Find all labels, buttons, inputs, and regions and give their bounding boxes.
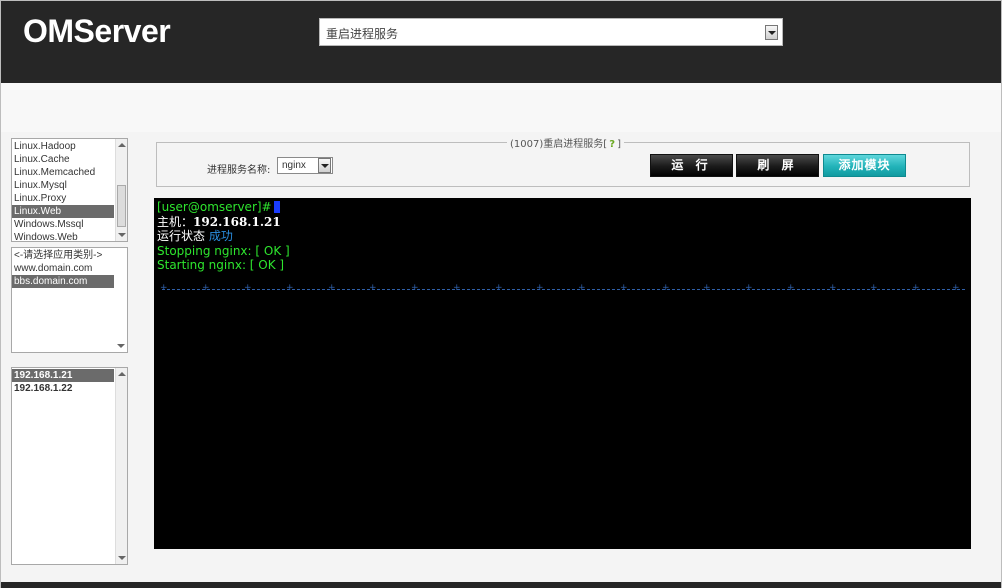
scroll-thumb[interactable] xyxy=(117,185,126,227)
panel-legend: (1007)重启进程服务[?] xyxy=(507,135,625,150)
service-name-label: 进程服务名称: xyxy=(207,165,271,176)
divider-plus-icon: + xyxy=(453,283,461,293)
terminal-line: Stopping nginx: [ OK ] xyxy=(157,243,290,258)
list-item[interactable]: Linux.Mysql xyxy=(12,179,127,192)
terminal-line: 运行状态 成功 xyxy=(157,229,233,243)
divider-plus-icon: + xyxy=(620,283,628,293)
list-item[interactable]: Windows.Mssql xyxy=(12,218,127,231)
divider-plus-icon: + xyxy=(703,283,711,293)
category-list[interactable]: Linux.Hadoop Linux.Cache Linux.Memcached… xyxy=(11,138,128,244)
service-select[interactable]: nginx xyxy=(277,157,333,174)
scroll-down-icon[interactable] xyxy=(117,344,125,348)
divider-plus-icon: + xyxy=(829,283,837,293)
host-value: 192.168.1.21 xyxy=(193,214,281,229)
terminal-output: [user@omserver]# 主机：192.168.1.21 运行状态 成功… xyxy=(154,198,971,549)
divider-plus-icon: + xyxy=(202,283,210,293)
divider-plus-icon: + xyxy=(870,283,878,293)
scroll-up-icon[interactable] xyxy=(118,143,126,147)
service-panel: (1007)重启进程服务[?] 进程服务名称: nginx 运 行 刷 屏 添加… xyxy=(156,135,970,187)
refresh-button[interactable]: 刷 屏 xyxy=(736,154,819,177)
divider-plus-icon: + xyxy=(244,283,252,293)
terminal-line: [user@omserver]# xyxy=(157,200,968,215)
logo: OMServer xyxy=(23,13,171,49)
scroll-down-icon[interactable] xyxy=(118,556,126,560)
service-select-value: nginx xyxy=(282,160,306,171)
footer-bar xyxy=(1,582,1001,588)
divider-plus-icon: + xyxy=(787,283,795,293)
divider-plus-icon: + xyxy=(912,283,920,293)
scroll-up-icon[interactable] xyxy=(118,372,126,376)
divider-plus-icon: + xyxy=(662,283,670,293)
function-select[interactable]: 重启进程服务 xyxy=(319,18,783,46)
terminal-divider xyxy=(162,289,965,290)
divider-plus-icon: + xyxy=(369,283,377,293)
list-item[interactable]: www.domain.com xyxy=(12,262,127,275)
list-item[interactable]: Linux.Cache xyxy=(12,153,127,166)
category-list-scrollbar[interactable] xyxy=(115,139,127,241)
divider-plus-icon: + xyxy=(745,283,753,293)
divider-plus-icon: + xyxy=(952,283,960,293)
chevron-down-icon[interactable] xyxy=(765,25,778,40)
list-item[interactable]: 192.168.1.22 xyxy=(12,382,127,395)
list-item[interactable]: Linux.Proxy xyxy=(12,192,127,205)
list-item-selected[interactable]: bbs.domain.com xyxy=(12,275,114,288)
status-value: 成功 xyxy=(208,229,233,243)
add-module-button[interactable]: 添加模块 xyxy=(823,154,906,177)
app-list[interactable]: <-请选择应用类别-> www.domain.com bbs.domain.co… xyxy=(11,247,128,353)
terminal-prompt: [user@omserver]# xyxy=(157,200,272,214)
divider-plus-icon: + xyxy=(578,283,586,293)
app-list-scrollbar[interactable] xyxy=(115,248,127,352)
divider-plus-icon: + xyxy=(160,283,168,293)
divider-plus-icon: + xyxy=(286,283,294,293)
terminal-line: Starting nginx: [ OK ] xyxy=(157,258,285,272)
list-item[interactable]: <-请选择应用类别-> xyxy=(12,249,127,262)
list-item-selected[interactable]: 192.168.1.21 xyxy=(12,369,114,382)
terminal-cursor xyxy=(273,201,280,213)
run-button[interactable]: 运 行 xyxy=(650,154,733,177)
list-item[interactable]: Linux.Memcached xyxy=(12,166,127,179)
list-item-selected[interactable]: Linux.Web xyxy=(12,205,114,218)
divider-plus-icon: + xyxy=(328,283,336,293)
list-item[interactable]: Windows.Web xyxy=(12,231,127,244)
header-bar: OMServer 重启进程服务 xyxy=(1,1,1001,83)
host-list[interactable]: 192.168.1.21 192.168.1.22 xyxy=(11,367,128,565)
help-icon[interactable]: ? xyxy=(607,140,617,150)
nav-strip xyxy=(1,83,1001,132)
scroll-down-icon[interactable] xyxy=(118,233,126,237)
divider-plus-icon: + xyxy=(411,283,419,293)
host-list-scrollbar[interactable] xyxy=(115,368,127,564)
omserver-page: OMServer 重启进程服务 Linux.Hadoop Linux.Cache… xyxy=(0,0,1002,588)
chevron-down-icon[interactable] xyxy=(318,158,331,173)
list-item[interactable]: Linux.Hadoop xyxy=(12,140,127,153)
function-select-value: 重启进程服务 xyxy=(326,27,399,41)
terminal-line: 主机：192.168.1.21 xyxy=(157,214,281,229)
divider-plus-icon: + xyxy=(536,283,544,293)
divider-plus-icon: + xyxy=(495,283,503,293)
